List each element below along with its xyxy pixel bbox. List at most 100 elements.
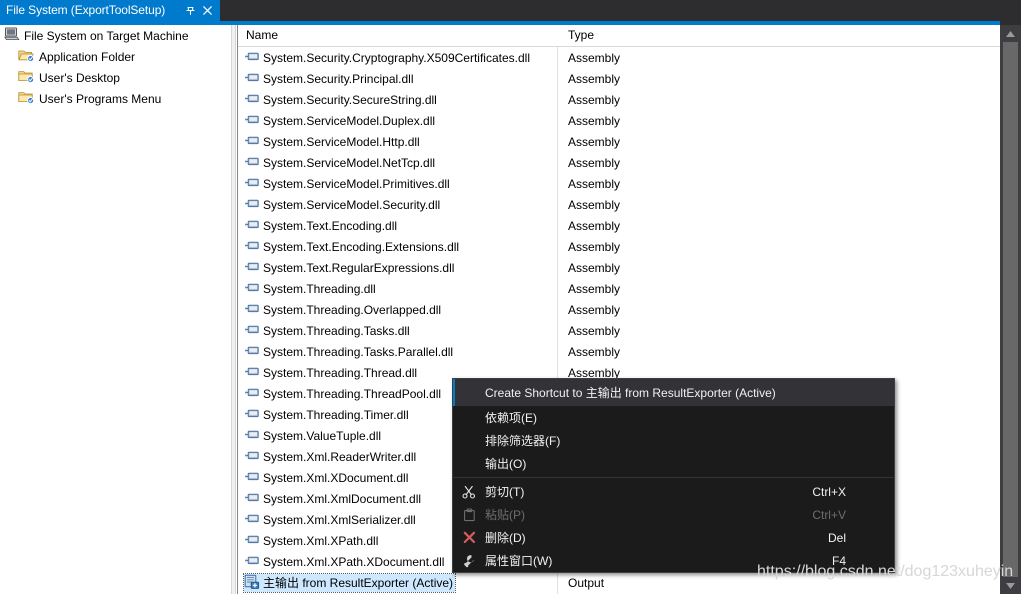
column-header-type[interactable]: Type xyxy=(568,28,594,42)
menu-item[interactable]: Create Shortcut to 主输出 from ResultExport… xyxy=(453,379,894,406)
menu-item-shortcut: Ctrl+V xyxy=(812,507,846,522)
tree-item[interactable]: Application Folder xyxy=(0,46,231,67)
tree-item[interactable]: User's Desktop xyxy=(0,67,231,88)
menu-item[interactable]: 排除筛选器(F) xyxy=(453,429,894,452)
list-header-row: Name Type xyxy=(238,25,1000,47)
assembly-icon xyxy=(244,301,260,318)
table-row[interactable]: System.Threading.Tasks.dll Assembly xyxy=(238,320,1000,341)
row-type-cell: Assembly xyxy=(568,302,621,317)
table-row[interactable]: 主输出 from ResultExporter (Active) Output xyxy=(238,572,1000,593)
row-name-cell: System.Threading.dll xyxy=(244,280,376,297)
close-icon[interactable] xyxy=(199,2,216,19)
table-row[interactable]: System.ServiceModel.NetTcp.dll Assembly xyxy=(238,152,1000,173)
menu-item[interactable]: 依赖项(E) xyxy=(453,406,894,429)
menu-item-label: 依赖项(E) xyxy=(485,411,537,425)
assembly-icon xyxy=(244,49,260,66)
row-name-cell: 主输出 from ResultExporter (Active) xyxy=(242,572,457,593)
scroll-up-arrow-icon[interactable] xyxy=(1000,25,1021,42)
context-menu[interactable]: Create Shortcut to 主输出 from ResultExport… xyxy=(452,378,895,573)
row-name-cell: System.Text.Encoding.Extensions.dll xyxy=(244,238,459,255)
row-name-cell: System.Xml.XDocument.dll xyxy=(244,469,408,486)
folder-open-icon xyxy=(18,48,35,65)
tree-item-label: User's Programs Menu xyxy=(39,91,162,106)
assembly-icon xyxy=(244,238,260,255)
row-name-cell: System.ServiceModel.Http.dll xyxy=(244,133,420,150)
scissors-icon xyxy=(453,485,485,499)
tree-item[interactable]: File System on Target Machine xyxy=(0,25,231,46)
menu-item[interactable]: 属性窗口(W) F4 xyxy=(453,549,894,572)
menu-item-label: 粘贴(P) xyxy=(485,508,525,522)
row-name-cell: System.Xml.XPath.XDocument.dll xyxy=(244,553,444,570)
row-name-cell: System.Threading.Overlapped.dll xyxy=(244,301,441,318)
column-header-name[interactable]: Name xyxy=(246,28,278,42)
menu-item-shortcut: Ctrl+X xyxy=(812,484,846,499)
tab-title: File System (ExportToolSetup) xyxy=(6,3,166,17)
table-row[interactable]: System.Text.Encoding.Extensions.dll Assem… xyxy=(238,236,1000,257)
table-row[interactable]: System.ServiceModel.Duplex.dll Assembly xyxy=(238,110,1000,131)
assembly-icon xyxy=(244,175,260,192)
table-row[interactable]: System.Threading.Overlapped.dll Assembly xyxy=(238,299,1000,320)
menu-item-label: 属性窗口(W) xyxy=(485,554,553,568)
row-name-cell: System.ServiceModel.Duplex.dll xyxy=(244,112,435,129)
file-name-label: 主输出 from ResultExporter (Active) xyxy=(263,576,454,590)
table-row[interactable]: System.ServiceModel.Security.dll Assembly xyxy=(238,194,1000,215)
row-type-cell: Assembly xyxy=(568,239,621,254)
file-name-label: System.Threading.Tasks.dll xyxy=(263,323,410,338)
file-name-label: System.Threading.Timer.dll xyxy=(263,407,409,422)
assembly-icon xyxy=(244,511,260,528)
table-row[interactable]: System.Text.Encoding.dll Assembly xyxy=(238,215,1000,236)
vertical-scrollbar[interactable] xyxy=(1000,25,1021,594)
row-name-cell: System.ServiceModel.NetTcp.dll xyxy=(244,154,435,171)
table-row[interactable]: System.Security.SecureString.dll Assembly xyxy=(238,89,1000,110)
file-name-label: System.Security.Cryptography.X509Certifi… xyxy=(263,50,530,65)
assembly-icon xyxy=(244,112,260,129)
table-row[interactable]: System.Security.Cryptography.X509Certifi… xyxy=(238,47,1000,68)
file-name-label: System.ServiceModel.Duplex.dll xyxy=(263,113,436,128)
assembly-icon xyxy=(244,553,260,570)
scrollbar-thumb[interactable] xyxy=(1003,42,1018,577)
file-name-label: System.Security.Principal.dll xyxy=(263,71,414,86)
panel-splitter[interactable] xyxy=(231,25,236,594)
file-name-label: System.ServiceModel.Security.dll xyxy=(263,197,441,212)
row-type-cell: Assembly xyxy=(568,218,621,233)
row-name-cell: System.ValueTuple.dll xyxy=(244,427,381,444)
row-type-cell: Assembly xyxy=(568,113,621,128)
assembly-icon xyxy=(244,91,260,108)
menu-item-label: 剪切(T) xyxy=(485,485,525,499)
assembly-icon xyxy=(244,70,260,87)
assembly-icon xyxy=(244,343,260,360)
file-name-label: System.Xml.XDocument.dll xyxy=(263,470,409,485)
scroll-down-arrow-icon[interactable] xyxy=(1000,577,1021,594)
row-type-cell: Assembly xyxy=(568,155,621,170)
row-name-cell: System.Security.Principal.dll xyxy=(244,70,414,87)
row-name-cell: System.Xml.XPath.dll xyxy=(244,532,378,549)
tree-item-label: User's Desktop xyxy=(39,70,120,85)
file-system-tree-panel: File System on Target Machine Application… xyxy=(0,25,231,594)
file-name-label: System.Xml.XPath.XDocument.dll xyxy=(263,554,445,569)
table-row[interactable]: System.Threading.dll Assembly xyxy=(238,278,1000,299)
file-name-label: System.ServiceModel.Http.dll xyxy=(263,134,420,149)
menu-item[interactable]: 粘贴(P) Ctrl+V xyxy=(453,503,894,526)
pin-icon[interactable] xyxy=(182,2,199,19)
assembly-icon xyxy=(244,196,260,213)
tree-item[interactable]: User's Programs Menu xyxy=(0,88,231,109)
row-name-cell: System.Threading.ThreadPool.dll xyxy=(244,385,441,402)
table-row[interactable]: System.Security.Principal.dll Assembly xyxy=(238,68,1000,89)
file-name-label: System.Threading.dll xyxy=(263,281,376,296)
table-row[interactable]: System.Text.RegularExpressions.dll Assemb… xyxy=(238,257,1000,278)
row-name-cell: System.ServiceModel.Security.dll xyxy=(244,196,440,213)
menu-item[interactable]: 删除(D) Del xyxy=(453,526,894,549)
table-row[interactable]: System.ServiceModel.Primitives.dll Assemb… xyxy=(238,173,1000,194)
menu-item[interactable]: 剪切(T) Ctrl+X xyxy=(453,480,894,503)
tab-file-system[interactable]: File System (ExportToolSetup) xyxy=(0,0,220,21)
table-row[interactable]: System.Threading.Tasks.Parallel.dll Assem… xyxy=(238,341,1000,362)
row-name-cell: System.Security.SecureString.dll xyxy=(244,91,437,108)
row-type-cell: Assembly xyxy=(568,50,621,65)
row-name-cell: System.ServiceModel.Primitives.dll xyxy=(244,175,450,192)
computer-icon xyxy=(4,27,20,44)
row-name-cell: System.Threading.Thread.dll xyxy=(244,364,417,381)
menu-item[interactable]: 输出(O) xyxy=(453,452,894,475)
assembly-icon xyxy=(244,532,260,549)
row-name-cell: System.Text.RegularExpressions.dll xyxy=(244,259,454,276)
table-row[interactable]: System.ServiceModel.Http.dll Assembly xyxy=(238,131,1000,152)
